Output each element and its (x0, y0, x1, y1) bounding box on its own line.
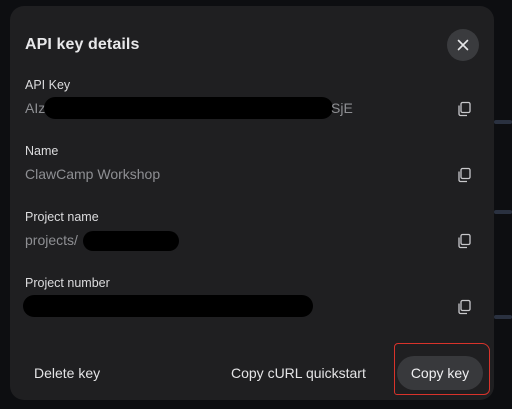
api-key-suffix: SjE (331, 100, 353, 116)
copy-project-name-button[interactable] (456, 233, 472, 249)
copy-icon (458, 299, 471, 315)
copy-name-button[interactable] (456, 167, 472, 183)
api-key-redaction (44, 97, 333, 119)
copy-icon (458, 233, 471, 249)
dialog-title: API key details (25, 36, 140, 53)
name-label: Name (25, 144, 59, 158)
project-name-field: Project name projects/ (25, 210, 479, 260)
name-value: ClawCamp Workshop (25, 166, 161, 182)
copy-project-number-button[interactable] (456, 299, 472, 315)
copy-curl-quickstart-button[interactable]: Copy cURL quickstart (219, 356, 378, 390)
api-key-field: API Key AIz SjE (25, 78, 479, 128)
project-number-redaction (23, 295, 313, 317)
copy-key-button[interactable]: Copy key (397, 356, 483, 390)
project-name-redaction (83, 231, 179, 251)
delete-key-button[interactable]: Delete key (22, 356, 112, 390)
close-icon (457, 39, 469, 51)
background-decoration (494, 210, 512, 214)
project-number-field: Project number (23, 276, 479, 326)
copy-icon (458, 101, 471, 117)
background-decoration (494, 315, 512, 319)
project-name-label: Project name (25, 210, 99, 224)
project-number-label: Project number (25, 276, 110, 290)
close-button[interactable] (447, 29, 479, 61)
copy-api-key-button[interactable] (456, 101, 472, 117)
copy-icon (458, 167, 471, 183)
background-decoration (494, 120, 512, 124)
api-key-value: AIz (25, 100, 45, 116)
api-key-details-dialog: API key details API Key AIz SjE Name Cla… (10, 6, 494, 400)
name-field: Name ClawCamp Workshop (25, 144, 479, 194)
api-key-prefix: AIz (25, 100, 46, 116)
api-key-label: API Key (25, 78, 71, 92)
project-name-value: projects/ (25, 232, 78, 248)
